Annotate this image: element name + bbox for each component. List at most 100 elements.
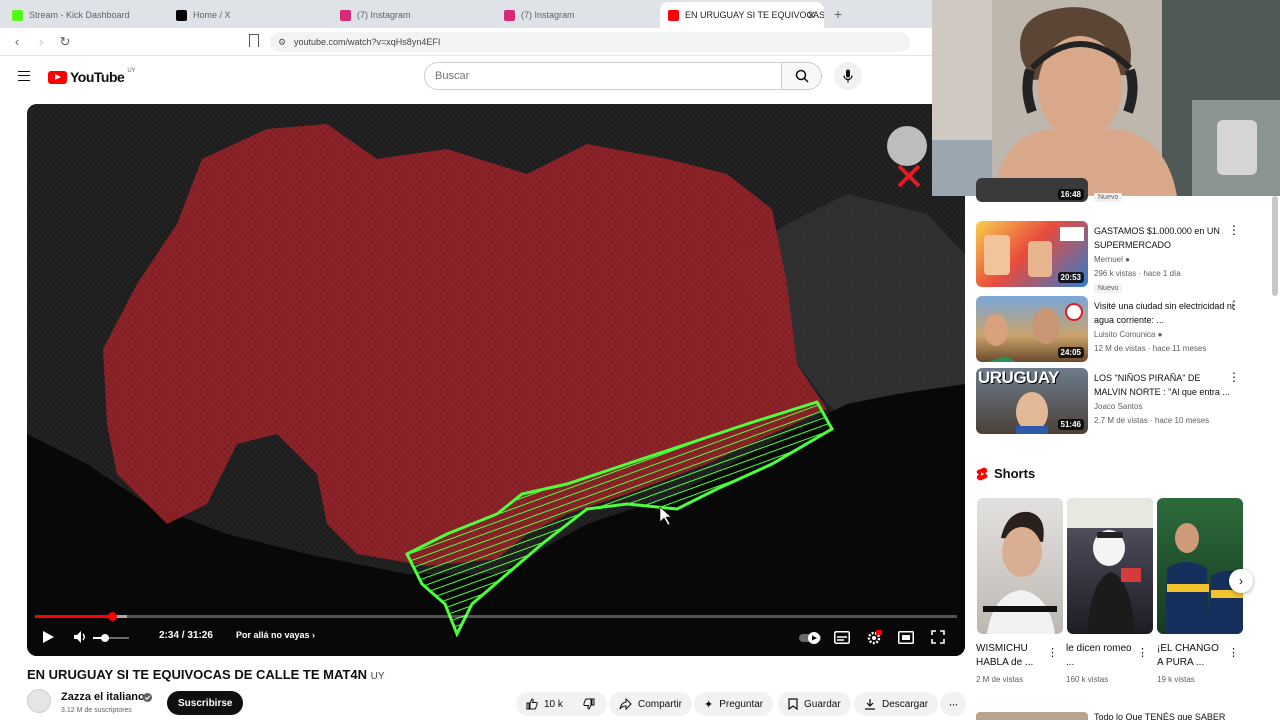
video-duration: 20:53 bbox=[1057, 272, 1084, 283]
more-vert-icon[interactable]: ⋮ bbox=[1228, 224, 1240, 236]
more-vert-icon[interactable]: ⋮ bbox=[1137, 646, 1148, 659]
close-tab-icon[interactable]: ✕ bbox=[807, 9, 816, 22]
browser-tab[interactable]: Stream - Kick Dashboard bbox=[4, 2, 168, 28]
video-title[interactable]: LOS "NIÑOS PIRAÑA" DE MALVIN NORTE : "Al… bbox=[1094, 371, 1234, 399]
dislike-button[interactable] bbox=[571, 692, 607, 716]
related-video[interactable]: 24:05 Visité una ciudad sin electricidad… bbox=[976, 296, 1246, 362]
menu-icon[interactable] bbox=[18, 71, 30, 81]
search-placeholder: Buscar bbox=[435, 70, 470, 82]
url-field[interactable]: ⚙ youtube.com/watch?v=xqHs8yn4EFI bbox=[270, 32, 910, 52]
tab-title: Home / X bbox=[193, 10, 231, 20]
video-title[interactable]: Todo lo Que TENÉS que SABER bbox=[1094, 712, 1225, 720]
video-channel[interactable]: Mernuel ● bbox=[1094, 255, 1130, 264]
browser-tab[interactable]: (7) Instagram bbox=[496, 2, 660, 28]
fullscreen-icon[interactable] bbox=[931, 630, 945, 644]
save-button[interactable]: Guardar bbox=[778, 692, 851, 716]
short-title[interactable]: WISMICHU HABLA de ... bbox=[976, 642, 1046, 670]
video-meta: 2.7 M de vistas · hace 10 meses bbox=[1094, 416, 1210, 425]
logo-country: UY bbox=[127, 68, 136, 74]
forward-icon[interactable]: › bbox=[34, 34, 48, 49]
video-title[interactable]: GASTAMOS $1.000.000 en UN SUPERMERCADO bbox=[1094, 224, 1234, 252]
shorts-next-button[interactable]: › bbox=[1229, 569, 1253, 593]
search-button[interactable] bbox=[782, 62, 822, 90]
progress-scrubber[interactable] bbox=[108, 612, 118, 621]
new-badge: Nuevo bbox=[1094, 284, 1123, 293]
related-video[interactable]: URUGUAY 51:46 LOS "NIÑOS PIRAÑA" DE MALV… bbox=[976, 368, 1246, 434]
voice-search-button[interactable] bbox=[834, 62, 862, 90]
search-icon bbox=[795, 69, 809, 83]
short-title[interactable]: le dicen romeo ... bbox=[1066, 642, 1136, 670]
verified-icon: ● bbox=[1125, 255, 1130, 264]
browser-tab-bar: Stream - Kick Dashboard Home / X (7) Ins… bbox=[0, 0, 932, 28]
verified-icon bbox=[143, 693, 152, 702]
share-button[interactable]: Compartir bbox=[609, 692, 692, 716]
video-duration: 51:46 bbox=[1057, 419, 1084, 430]
channel-name[interactable]: Zazza el italiano bbox=[61, 691, 145, 703]
instagram-favicon-icon bbox=[340, 9, 351, 21]
shorts-heading: Shorts bbox=[976, 466, 1035, 481]
back-icon[interactable]: ‹ bbox=[10, 34, 24, 49]
download-icon bbox=[865, 699, 875, 710]
video-thumbnail[interactable]: URUGUAY 51:46 bbox=[976, 368, 1088, 434]
video-thumbnail[interactable] bbox=[976, 712, 1088, 720]
save-bookmark-icon bbox=[788, 698, 798, 710]
browser-tab[interactable]: (7) Instagram bbox=[332, 2, 496, 28]
ask-button[interactable]: ✦ Preguntar bbox=[694, 692, 774, 716]
related-video-partial[interactable]: 16:48 Nuevo bbox=[976, 178, 1246, 210]
save-label: Guardar bbox=[804, 698, 841, 710]
subtitles-icon[interactable] bbox=[834, 631, 850, 644]
browser-tab-active[interactable]: EN URUGUAY SI TE EQUIVOCAS ✕ bbox=[660, 2, 824, 28]
video-title[interactable]: Visité una ciudad sin electricidad ni ag… bbox=[1094, 299, 1234, 327]
settings-gear-icon[interactable] bbox=[866, 630, 882, 646]
video-thumbnail[interactable]: 20:53 bbox=[976, 221, 1088, 287]
reload-icon[interactable]: ↻ bbox=[58, 34, 72, 50]
video-channel[interactable]: Luisito Comunica ● bbox=[1094, 330, 1162, 339]
video-channel[interactable]: Joaco Santos bbox=[1094, 402, 1142, 411]
video-thumbnail[interactable]: 24:05 bbox=[976, 296, 1088, 362]
sidebar-scrollbar[interactable] bbox=[1272, 196, 1278, 296]
browser-tab[interactable]: Home / X bbox=[168, 2, 332, 28]
short-image bbox=[983, 511, 1057, 634]
more-icon: ··· bbox=[948, 697, 959, 711]
volume-slider[interactable] bbox=[93, 634, 129, 642]
more-vert-icon[interactable]: ⋮ bbox=[1047, 646, 1058, 659]
video-player[interactable]: 2:34 / 31:26 Por allá no vayas › bbox=[27, 104, 965, 656]
short-title[interactable]: ¡EL CHANGO A PURA ... bbox=[1157, 642, 1227, 670]
shorts-heading-text: Shorts bbox=[994, 466, 1036, 481]
progress-bar[interactable] bbox=[35, 612, 957, 621]
more-actions-button[interactable]: ··· bbox=[940, 692, 966, 716]
short-thumbnail[interactable] bbox=[1157, 498, 1243, 634]
short-views: 2 M de vistas bbox=[976, 675, 1024, 684]
short-thumbnail[interactable] bbox=[977, 498, 1063, 634]
bookmark-icon[interactable] bbox=[249, 34, 259, 47]
x-favicon-icon bbox=[176, 9, 187, 21]
related-video[interactable]: 20:53 GASTAMOS $1.000.000 en UN SUPERMER… bbox=[976, 221, 1246, 293]
webcam-overlay bbox=[932, 0, 1280, 196]
autoplay-toggle[interactable] bbox=[799, 632, 821, 644]
short-thumbnail[interactable] bbox=[1067, 498, 1153, 634]
download-button[interactable]: Descargar bbox=[854, 692, 939, 716]
microphone-icon bbox=[843, 69, 853, 83]
more-vert-icon[interactable]: ⋮ bbox=[1228, 371, 1240, 383]
thumbs-up-icon bbox=[526, 698, 538, 710]
youtube-logo[interactable]: YouTube UY bbox=[48, 68, 136, 85]
like-count: 10 k bbox=[544, 698, 563, 710]
video-title-text: EN URUGUAY SI TE EQUIVOCAS DE CALLE TE M… bbox=[27, 667, 367, 682]
play-icon[interactable] bbox=[41, 630, 55, 644]
subscribe-button[interactable]: Suscribirse bbox=[167, 691, 244, 715]
miniplayer-icon[interactable] bbox=[898, 631, 914, 644]
tab-title: Stream - Kick Dashboard bbox=[29, 10, 130, 20]
new-tab-icon[interactable]: + bbox=[824, 6, 852, 28]
volume-icon[interactable] bbox=[73, 630, 87, 644]
channel-avatar[interactable] bbox=[27, 689, 51, 713]
site-info-icon[interactable]: ⚙ bbox=[278, 37, 286, 48]
video-duration: 16:48 bbox=[1057, 189, 1084, 200]
more-vert-icon[interactable]: ⋮ bbox=[1228, 299, 1240, 311]
video-thumbnail[interactable]: 16:48 bbox=[976, 178, 1088, 202]
video-title: EN URUGUAY SI TE EQUIVOCAS DE CALLE TE M… bbox=[27, 667, 385, 682]
download-label: Descargar bbox=[882, 698, 929, 710]
thumbs-down-icon bbox=[583, 698, 595, 710]
chapter-title[interactable]: Por allá no vayas › bbox=[236, 630, 315, 640]
search-input[interactable]: Buscar bbox=[424, 62, 782, 90]
more-vert-icon[interactable]: ⋮ bbox=[1228, 646, 1239, 659]
